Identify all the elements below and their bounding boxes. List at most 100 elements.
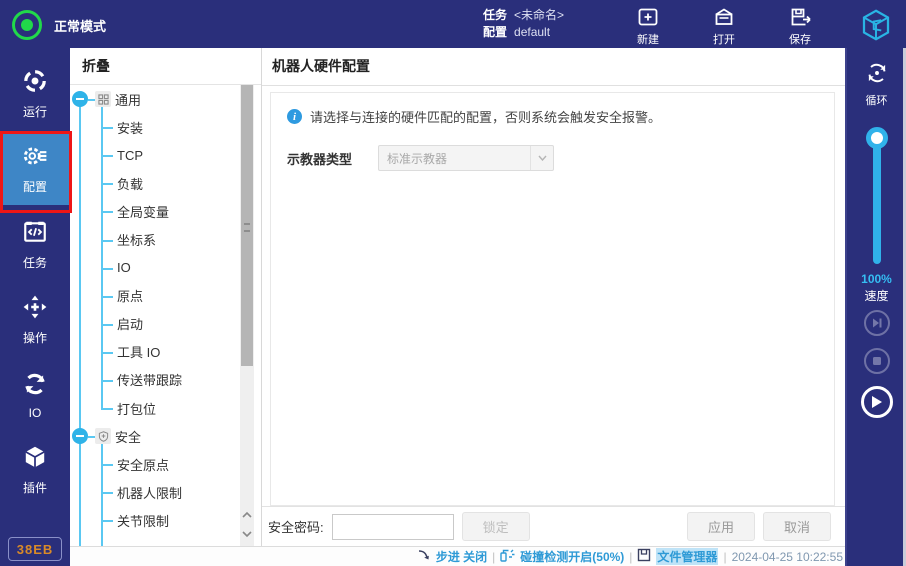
- tree-item-label: 全局变量: [117, 202, 169, 221]
- sidebar-item-task[interactable]: 任务: [0, 209, 70, 281]
- tree-item-label: 传送带跟踪: [117, 370, 182, 389]
- sidebar-item-io[interactable]: IO: [0, 359, 70, 431]
- tree-connector: [101, 240, 113, 242]
- loop-icon: [864, 60, 890, 89]
- speed-slider-track[interactable]: [873, 137, 881, 264]
- tree-connector: [101, 408, 113, 410]
- run-icon: [22, 68, 48, 97]
- loop-label: 循环: [866, 92, 888, 108]
- tree-item-startup[interactable]: 启动: [70, 310, 241, 338]
- info-banner: i 请选择与连接的硬件匹配的配置，否则系统会触发安全报警。: [287, 107, 661, 126]
- cube-icon: [22, 444, 48, 473]
- sidebar-item-plugin[interactable]: 插件: [0, 434, 70, 506]
- tree-item-label: 工具 IO: [117, 342, 160, 361]
- tree-connector: [101, 183, 113, 185]
- tree-connector: [101, 520, 113, 522]
- tree-item-label: 安装: [117, 118, 143, 137]
- speed-slider-thumb[interactable]: [866, 127, 888, 149]
- tree-item-label: 关节限制: [117, 511, 169, 530]
- tree-connector: [101, 492, 113, 494]
- play-button[interactable]: [861, 386, 893, 418]
- robot-teach-pendant-app: 正常模式 任务<未命名> 配置default 新建 打开 保存: [0, 0, 906, 566]
- step-icon: [417, 548, 431, 565]
- tree-item-safety-home[interactable]: 安全原点: [70, 450, 241, 478]
- pendant-type-select[interactable]: 标准示教器: [378, 145, 554, 171]
- tree-item-packing-position[interactable]: 打包位: [70, 394, 241, 422]
- topbar: 正常模式 任务<未命名> 配置default 新建 打开 保存: [0, 0, 906, 48]
- scroll-down-button[interactable]: [242, 525, 252, 543]
- open-button-label: 打开: [713, 31, 735, 47]
- loop-control[interactable]: 循环: [847, 60, 906, 108]
- sidebar-item-label: 运行: [23, 103, 47, 120]
- collapse-toggle-icon[interactable]: [72, 91, 88, 107]
- file-manager-link[interactable]: 文件管理器: [656, 548, 718, 565]
- tree-group-label: 通用: [115, 90, 141, 109]
- file-manager-icon: [637, 548, 651, 565]
- move-arrows-icon: [22, 294, 48, 323]
- sidebar-item-label: 插件: [23, 479, 47, 496]
- tree-item-label: 机器人限制: [117, 483, 182, 502]
- tree-item-io[interactable]: IO: [70, 254, 241, 282]
- tree-item-tcp[interactable]: TCP: [70, 141, 241, 169]
- safety-password-label: 安全密码:: [268, 517, 324, 536]
- save-button[interactable]: 保存: [782, 5, 818, 47]
- open-button[interactable]: 打开: [706, 5, 742, 47]
- bottom-action-row: 安全密码: 锁定 应用 取消: [262, 506, 845, 546]
- mode-label: 正常模式: [54, 16, 106, 35]
- tree-body: 通用 安装 TCP 负载 全局变量 坐标系 IO 原点 启动 工具 IO 传送带…: [70, 85, 261, 546]
- task-info: 任务<未命名> 配置default: [483, 7, 564, 41]
- tree-group-general[interactable]: 通用: [70, 85, 241, 113]
- sidebar-item-label: 配置: [23, 178, 47, 195]
- tree-item-robot-limits[interactable]: 机器人限制: [70, 478, 241, 506]
- tree-item-label: IO: [117, 260, 131, 275]
- separator: |: [629, 550, 632, 564]
- speed-label: 速度: [847, 287, 906, 304]
- tree-scrollbar[interactable]: [240, 85, 254, 502]
- new-button[interactable]: 新建: [630, 5, 666, 47]
- app-logo-icon: [858, 7, 894, 43]
- lock-button[interactable]: 锁定: [462, 512, 530, 541]
- tree-item-label: 负载: [117, 174, 143, 193]
- main-panel: 机器人硬件配置 i 请选择与连接的硬件匹配的配置，否则系统会触发安全报警。 示教…: [262, 48, 845, 546]
- scroll-up-button[interactable]: [242, 505, 252, 523]
- tree-item-coordinate-system[interactable]: 坐标系: [70, 225, 241, 253]
- stop-button[interactable]: [864, 348, 890, 374]
- step-status[interactable]: 步进 关闭: [436, 548, 487, 565]
- tree-connector: [88, 436, 95, 438]
- tree-item-home[interactable]: 原点: [70, 282, 241, 310]
- tree-item-install[interactable]: 安装: [70, 113, 241, 141]
- sidebar-item-label: 操作: [23, 329, 47, 346]
- tree-group-safety[interactable]: 安全: [70, 422, 241, 450]
- tree-item-label: 打包位: [117, 399, 156, 418]
- safety-password-input[interactable]: [332, 514, 454, 540]
- tree-item-global-variables[interactable]: 全局变量: [70, 197, 241, 225]
- tree-item-tool-io[interactable]: 工具 IO: [70, 338, 241, 366]
- collision-detection-icon: [500, 548, 515, 565]
- pendant-type-label: 示教器类型: [287, 149, 378, 168]
- tree-connector: [101, 464, 113, 466]
- tree-item-payload[interactable]: 负载: [70, 169, 241, 197]
- apply-button[interactable]: 应用: [687, 512, 755, 541]
- open-folder-icon: [712, 5, 736, 31]
- speed-value: 100%: [847, 272, 906, 286]
- tree-connector: [101, 296, 113, 298]
- robot-id-badge[interactable]: 38EB: [8, 537, 62, 561]
- hardware-config-card: i 请选择与连接的硬件匹配的配置，否则系统会触发安全报警。 示教器类型 标准示教…: [270, 92, 835, 506]
- tree-item-joint-limits[interactable]: 关节限制: [70, 506, 241, 534]
- collision-status[interactable]: 碰撞检测开启(50%): [520, 548, 624, 565]
- tree-item-label: 安全原点: [117, 455, 169, 474]
- code-icon: [22, 219, 48, 248]
- config-label: 配置: [483, 25, 507, 39]
- tree-item-label: 坐标系: [117, 230, 156, 249]
- tree-scrollbar-thumb[interactable]: [241, 85, 253, 366]
- new-button-label: 新建: [637, 31, 659, 47]
- collapse-toggle-icon[interactable]: [72, 428, 88, 444]
- tree-item-conveyor-tracking[interactable]: 传送带跟踪: [70, 366, 241, 394]
- sidebar-item-config[interactable]: 配置: [0, 133, 70, 205]
- cancel-button[interactable]: 取消: [763, 512, 831, 541]
- step-forward-button[interactable]: [864, 310, 890, 336]
- sidebar-item-run[interactable]: 运行: [0, 58, 70, 130]
- tree-collapse-header[interactable]: 折叠: [70, 48, 261, 85]
- mode-status-icon: [12, 10, 42, 40]
- sidebar-item-jog[interactable]: 操作: [0, 284, 70, 356]
